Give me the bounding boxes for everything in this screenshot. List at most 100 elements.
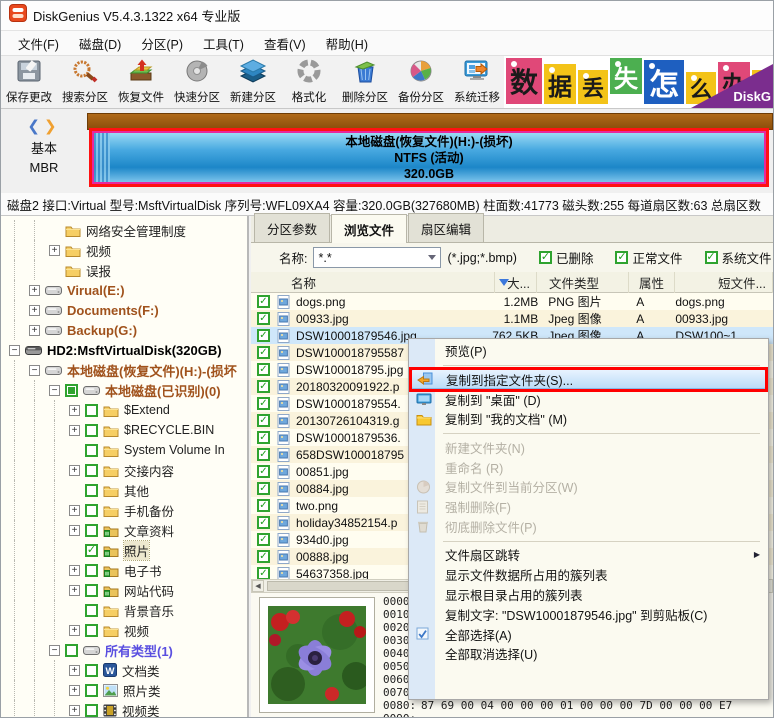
tree-item[interactable]: + 手机备份 — [1, 500, 247, 520]
expand-icon[interactable]: + — [29, 284, 40, 296]
tree-checkbox[interactable] — [65, 383, 78, 397]
file-checkbox-checked[interactable]: ✓ — [257, 414, 270, 427]
file-checkbox-checked[interactable]: ✓ — [257, 380, 270, 393]
toolbar-button-9[interactable]: 系统迁移 — [449, 56, 505, 108]
tree-item[interactable]: + 文章资料 — [1, 520, 247, 540]
expand-icon[interactable]: + — [69, 404, 80, 416]
file-checkbox-checked[interactable]: ✓ — [257, 567, 270, 579]
tree-item[interactable]: + 照片类 — [1, 680, 247, 700]
column-header-short[interactable]: 短文件... — [681, 272, 773, 293]
tree-item[interactable]: + Documents(F:) — [1, 300, 247, 320]
toolbar-button-1[interactable]: 保存更改 — [1, 56, 57, 108]
filter-checkbox-已删除[interactable]: ✓ 已删除 — [538, 248, 593, 267]
tree-checkbox[interactable] — [85, 683, 98, 697]
file-checkbox-checked[interactable]: ✓ — [257, 533, 270, 546]
collapse-icon[interactable]: − — [49, 384, 60, 396]
toolbar-button-2[interactable]: 搜索分区 — [57, 56, 113, 108]
filter-checkbox-系统文件[interactable]: ✓ 系统文件 — [704, 248, 772, 267]
file-checkbox-checked[interactable]: ✓ — [257, 431, 270, 444]
file-checkbox-checked[interactable]: ✓ — [257, 312, 270, 325]
expand-icon[interactable]: + — [69, 684, 80, 696]
expand-icon[interactable]: + — [69, 524, 80, 536]
tree-item[interactable]: 其他 — [1, 480, 247, 500]
menubar-item-f[interactable]: 文件(F) — [9, 31, 68, 56]
toolbar-button-4[interactable]: 快速分区 — [169, 56, 225, 108]
tree-checkbox[interactable] — [85, 463, 98, 477]
scroll-left-arrow[interactable]: ◀ — [252, 580, 264, 592]
toolbar-button-7[interactable]: 删除分区 — [337, 56, 393, 108]
tree-item[interactable]: 背景音乐 — [1, 600, 247, 620]
file-checkbox-checked[interactable]: ✓ — [257, 346, 270, 359]
file-checkbox-checked[interactable]: ✓ — [257, 363, 270, 376]
file-checkbox-checked[interactable]: ✓ — [257, 499, 270, 512]
file-checkbox-checked[interactable]: ✓ — [257, 482, 270, 495]
column-header-type[interactable]: 文件类型 — [543, 272, 629, 293]
menu-item[interactable]: 全部取消选择(U) — [411, 644, 766, 664]
file-checkbox-checked[interactable]: ✓ — [257, 397, 270, 410]
expand-icon[interactable]: + — [69, 504, 80, 516]
file-checkbox-checked[interactable]: ✓ — [257, 329, 270, 342]
file-checkbox-checked[interactable]: ✓ — [257, 550, 270, 563]
expand-icon[interactable]: + — [69, 424, 80, 436]
expand-icon[interactable]: + — [29, 324, 40, 336]
menubar-item-t[interactable]: 工具(T) — [194, 31, 253, 56]
file-checkbox-checked[interactable]: ✓ — [257, 448, 270, 461]
tree-item[interactable]: + 电子书 — [1, 560, 247, 580]
tree-checkbox[interactable] — [85, 583, 98, 597]
tree-item[interactable]: + 视频 — [1, 620, 247, 640]
tree-checkbox[interactable] — [85, 663, 98, 677]
tree-item[interactable]: 网络安全管理制度 — [1, 220, 247, 240]
nav-right-arrow-icon[interactable]: ❯ — [44, 118, 61, 135]
collapse-icon[interactable]: − — [9, 344, 20, 356]
menubar-item-h[interactable]: 帮助(H) — [317, 31, 377, 56]
nav-left-arrow-icon[interactable]: ❮ — [27, 118, 44, 135]
tree-item[interactable]: + 交接内容 — [1, 460, 247, 480]
menu-item[interactable]: 全部选择(A) — [411, 624, 766, 644]
menu-item[interactable]: 复制到指定文件夹(S)... — [409, 366, 768, 392]
collapse-icon[interactable]: − — [49, 644, 60, 656]
tree-item[interactable]: + $RECYCLE.BIN — [1, 420, 247, 440]
menu-item[interactable]: 复制到 "我的文档" (M) — [411, 409, 766, 429]
tree-item[interactable]: + 视频 — [1, 240, 247, 260]
menubar-item-p[interactable]: 分区(P) — [132, 31, 192, 56]
tree-checkbox[interactable] — [85, 623, 98, 637]
menu-item[interactable]: 显示根目录占用的簇列表 — [411, 585, 766, 605]
tree-checkbox[interactable] — [85, 503, 98, 517]
image-preview-thumbnail[interactable] — [259, 597, 375, 713]
checkbox-checked-icon[interactable]: ✓ — [615, 251, 629, 264]
checkbox-checked-icon[interactable]: ✓ — [704, 251, 718, 264]
filter-pattern-combobox[interactable]: *.* — [313, 247, 442, 268]
expand-icon[interactable]: + — [29, 304, 40, 316]
tree-item[interactable]: + Backup(G:) — [1, 320, 247, 340]
tree-checkbox[interactable] — [85, 403, 98, 417]
tree-item[interactable]: System Volume In — [1, 440, 247, 460]
tree-item[interactable]: − HD2:MsftVirtualDisk(320GB) — [1, 340, 247, 360]
tree-checkbox[interactable] — [85, 423, 98, 437]
tree-checkbox[interactable] — [85, 703, 98, 717]
expand-icon[interactable]: + — [69, 584, 80, 596]
expand-icon[interactable]: + — [69, 624, 80, 636]
toolbar-button-5[interactable]: 新建分区 — [225, 56, 281, 108]
tree-checkbox[interactable] — [85, 523, 98, 537]
tree-checkbox[interactable] — [85, 483, 98, 497]
tree-item[interactable]: − 本地磁盘(恢复文件)(H:)-(损坏 — [1, 360, 247, 380]
menu-item[interactable]: 显示文件数据所占用的簇列表 — [411, 565, 766, 585]
file-checkbox-checked[interactable]: ✓ — [257, 465, 270, 478]
column-header-name[interactable]: 名称 — [285, 272, 495, 293]
file-checkbox-checked[interactable]: ✓ — [257, 516, 270, 529]
tree-item[interactable]: 误报 — [1, 260, 247, 280]
tab-inactive[interactable]: 扇区编辑 — [408, 213, 485, 242]
column-header-attr[interactable]: 属性 — [633, 272, 675, 293]
tree-item[interactable]: + 网站代码 — [1, 580, 247, 600]
tree-item[interactable]: + 视频类 — [1, 700, 247, 717]
menubar-item-v[interactable]: 查看(V) — [255, 31, 315, 56]
tree-item[interactable]: ✓ 照片 — [1, 539, 247, 561]
tree-checkbox[interactable] — [85, 563, 98, 577]
filter-checkbox-正常文件[interactable]: ✓ 正常文件 — [615, 248, 683, 267]
tab-inactive[interactable]: 分区参数 — [254, 213, 331, 242]
menu-item[interactable]: 预览(P) — [411, 341, 766, 361]
menu-item[interactable]: 文件扇区跳转 ▶ — [411, 545, 766, 565]
ad-banner[interactable]: !办么怎失丢据数 DiskG — [504, 56, 773, 108]
menu-item[interactable]: 复制到 "桌面" (D) — [411, 389, 766, 409]
tree-checkbox[interactable] — [65, 643, 78, 657]
